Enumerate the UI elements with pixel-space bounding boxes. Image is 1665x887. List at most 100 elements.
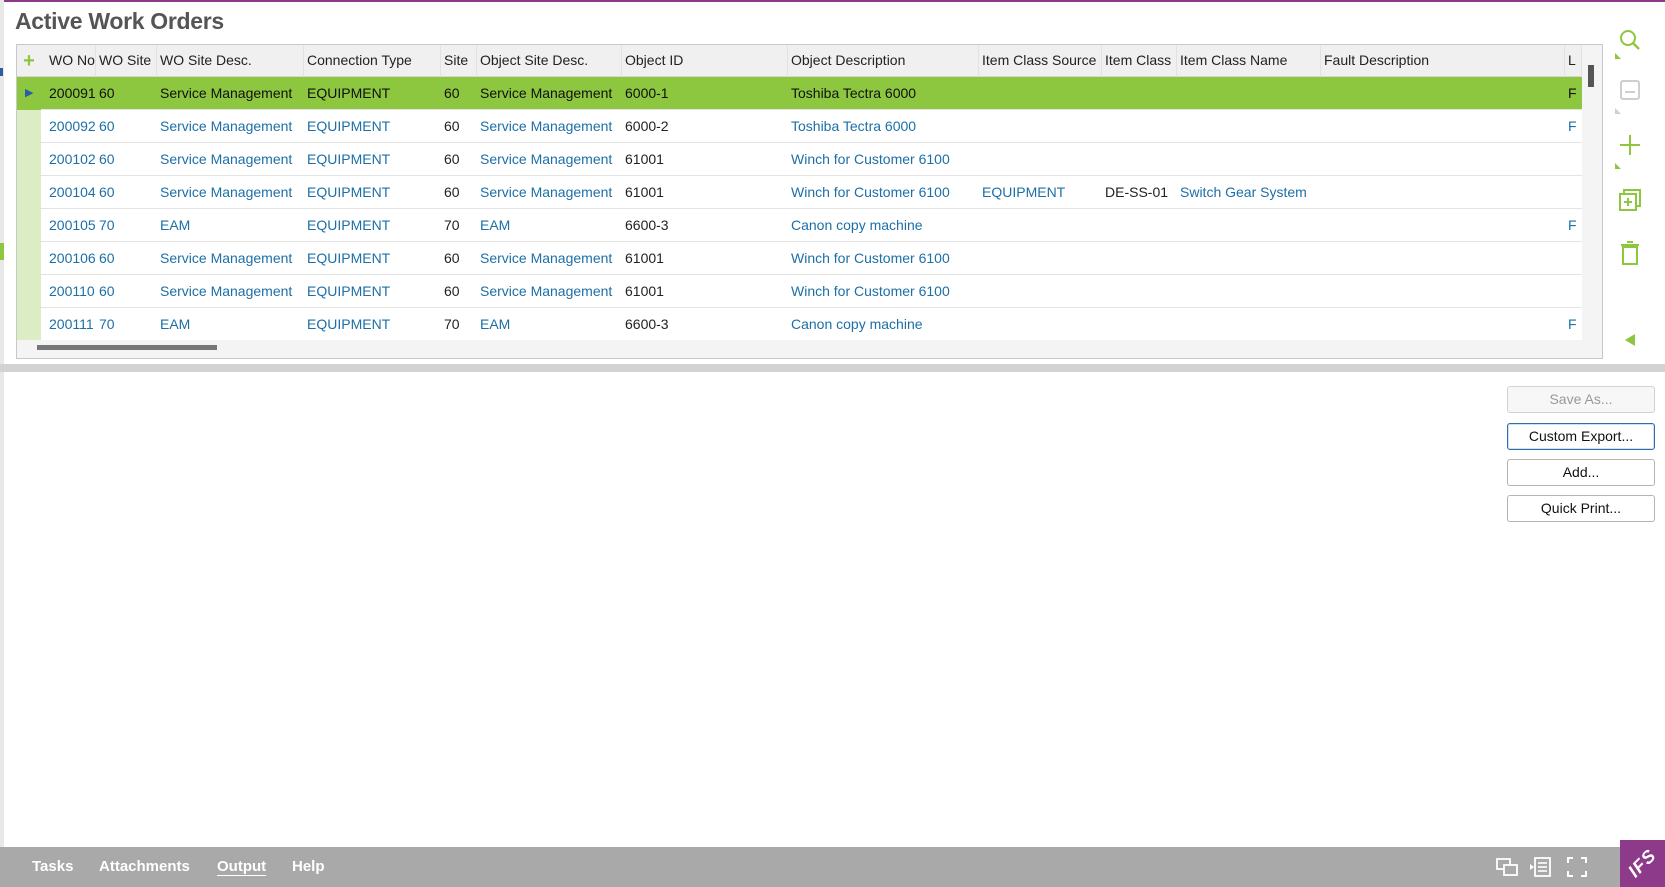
cell-wo-no[interactable]: 200105 — [46, 209, 96, 242]
cell-wo-site-desc[interactable]: Service Management — [157, 242, 304, 275]
cell-obj-desc[interactable]: Toshiba Tectra 6000 — [788, 77, 979, 110]
cell-wo-site-desc[interactable]: Service Management — [157, 275, 304, 308]
left-nav-marker[interactable] — [0, 243, 4, 260]
cell-wo-site[interactable]: 60 — [96, 242, 157, 275]
cell-conn-type[interactable]: EQUIPMENT — [304, 209, 441, 242]
cell-ic-name[interactable] — [1177, 110, 1321, 143]
cell-obj-site-desc[interactable]: Service Management — [477, 143, 622, 176]
tab-tasks[interactable]: Tasks — [32, 858, 73, 875]
delete-icon[interactable] — [1610, 233, 1650, 273]
column-header-wo-site-desc[interactable]: WO Site Desc. — [157, 45, 304, 77]
cell-ic-source[interactable] — [979, 77, 1102, 110]
cell-wo-site-desc[interactable]: Service Management — [157, 110, 304, 143]
cell-wo-no[interactable]: 200091 — [46, 77, 96, 110]
cell-obj-site-desc[interactable]: EAM — [477, 209, 622, 242]
cell-conn-type[interactable]: EQUIPMENT — [304, 176, 441, 209]
cell-obj-desc[interactable]: Winch for Customer 6100 — [788, 275, 979, 308]
cell-wo-no[interactable]: 200110 — [46, 275, 96, 308]
cell-obj-desc[interactable]: Canon copy machine — [788, 308, 979, 340]
add-button[interactable]: Add... — [1507, 459, 1655, 486]
table-row[interactable]: ▶ 200091 60 Service Management EQUIPMENT 60 Se… — [17, 77, 1582, 110]
cell-conn-type[interactable]: EQUIPMENT — [304, 275, 441, 308]
tab-attachments[interactable]: Attachments — [99, 858, 190, 875]
cell-obj-site-desc[interactable]: EAM — [477, 308, 622, 340]
cell-ic-name[interactable] — [1177, 209, 1321, 242]
cell-ic-name[interactable]: Switch Gear System — [1177, 176, 1321, 209]
save-icon[interactable] — [1610, 70, 1650, 110]
row-selector[interactable] — [17, 209, 41, 242]
tab-help[interactable]: Help — [292, 858, 325, 875]
cell-l[interactable] — [1565, 176, 1582, 209]
custom-export-button[interactable]: Custom Export... — [1507, 423, 1655, 450]
cell-obj-site-desc[interactable]: Service Management — [477, 77, 622, 110]
column-header-wo-site[interactable]: WO Site — [96, 45, 157, 77]
column-header-fault-description[interactable]: Fault Description — [1321, 45, 1565, 77]
cell-l[interactable] — [1565, 242, 1582, 275]
quick-print-button[interactable]: Quick Print... — [1507, 495, 1655, 522]
cell-wo-site[interactable]: 70 — [96, 308, 157, 340]
column-header-item-class-name[interactable]: Item Class Name — [1177, 45, 1321, 77]
cell-conn-type[interactable]: EQUIPMENT — [304, 77, 441, 110]
column-header-object-description[interactable]: Object Description — [788, 45, 979, 77]
cell-obj-desc[interactable]: Winch for Customer 6100 — [788, 143, 979, 176]
cell-obj-site-desc[interactable]: Service Management — [477, 275, 622, 308]
cell-obj-desc[interactable]: Toshiba Tectra 6000 — [788, 110, 979, 143]
cell-wo-site[interactable]: 70 — [96, 209, 157, 242]
cell-wo-no[interactable]: 200092 — [46, 110, 96, 143]
column-header-connection-type[interactable]: Connection Type — [304, 45, 441, 77]
cell-l[interactable] — [1565, 143, 1582, 176]
save-as-button[interactable]: Save As... — [1507, 386, 1655, 413]
cell-wo-site-desc[interactable]: Service Management — [157, 176, 304, 209]
cell-wo-site-desc[interactable]: Service Management — [157, 143, 304, 176]
row-selector[interactable] — [17, 275, 41, 308]
cell-wo-no[interactable]: 200111 — [46, 308, 96, 340]
cell-wo-site-desc[interactable]: Service Management — [157, 77, 304, 110]
left-nav-strip[interactable] — [0, 0, 4, 887]
cell-ic-source[interactable]: EQUIPMENT — [979, 176, 1102, 209]
cell-ic-name[interactable] — [1177, 242, 1321, 275]
column-header-object-site-desc[interactable]: Object Site Desc. — [477, 45, 622, 77]
table-row[interactable]: 200102 60 Service Management EQUIPMENT 60 Ser… — [17, 143, 1582, 176]
column-header-item-class[interactable]: Item Class — [1102, 45, 1177, 77]
panel-splitter[interactable] — [0, 364, 1665, 372]
horizontal-scrollbar-thumb[interactable] — [37, 345, 217, 350]
cell-conn-type[interactable]: EQUIPMENT — [304, 143, 441, 176]
row-selector[interactable] — [17, 308, 41, 340]
table-row[interactable]: 200105 70 EAM EQUIPMENT 70 EAM 6600-3 Canon cop… — [17, 209, 1582, 242]
cell-wo-no[interactable]: 200104 — [46, 176, 96, 209]
cell-obj-site-desc[interactable]: Service Management — [477, 176, 622, 209]
cell-obj-site-desc[interactable]: Service Management — [477, 110, 622, 143]
cell-l[interactable]: F — [1565, 308, 1582, 340]
cell-wo-site-desc[interactable]: EAM — [157, 209, 304, 242]
cell-l[interactable] — [1565, 275, 1582, 308]
column-header-site[interactable]: Site — [441, 45, 477, 77]
cell-obj-site-desc[interactable]: Service Management — [477, 242, 622, 275]
cell-wo-site[interactable]: 60 — [96, 77, 157, 110]
add-icon[interactable] — [1610, 125, 1650, 165]
cell-wo-site[interactable]: 60 — [96, 275, 157, 308]
table-row[interactable]: 200111 70 EAM EQUIPMENT 70 EAM 6600-3 Canon cop… — [17, 308, 1582, 340]
collapse-icon[interactable] — [1610, 320, 1650, 360]
cell-ic-name[interactable] — [1177, 143, 1321, 176]
outline-icon[interactable] — [1529, 855, 1553, 879]
column-header-wo-no[interactable]: WO No — [46, 45, 96, 77]
cell-ic-name[interactable] — [1177, 275, 1321, 308]
cell-wo-site-desc[interactable]: EAM — [157, 308, 304, 340]
cell-wo-site[interactable]: 60 — [96, 110, 157, 143]
cell-conn-type[interactable]: EQUIPMENT — [304, 308, 441, 340]
cell-ic-name[interactable] — [1177, 308, 1321, 340]
row-selector[interactable]: ▶ — [17, 77, 41, 110]
row-selector[interactable] — [17, 242, 41, 275]
cell-ic-source[interactable] — [979, 143, 1102, 176]
row-selector[interactable] — [17, 110, 41, 143]
column-header-item-class-source[interactable]: Item Class Source — [979, 45, 1102, 77]
cell-wo-no[interactable]: 200106 — [46, 242, 96, 275]
cell-wo-no[interactable]: 200102 — [46, 143, 96, 176]
cell-ic-name[interactable] — [1177, 77, 1321, 110]
cell-ic-source[interactable] — [979, 110, 1102, 143]
table-row[interactable]: 200092 60 Service Management EQUIPMENT 60 Ser… — [17, 110, 1582, 143]
vertical-scrollbar-thumb[interactable] — [1588, 65, 1594, 87]
duplicate-icon[interactable] — [1610, 180, 1650, 220]
column-header-object-id[interactable]: Object ID — [622, 45, 788, 77]
cell-ic-source[interactable] — [979, 242, 1102, 275]
